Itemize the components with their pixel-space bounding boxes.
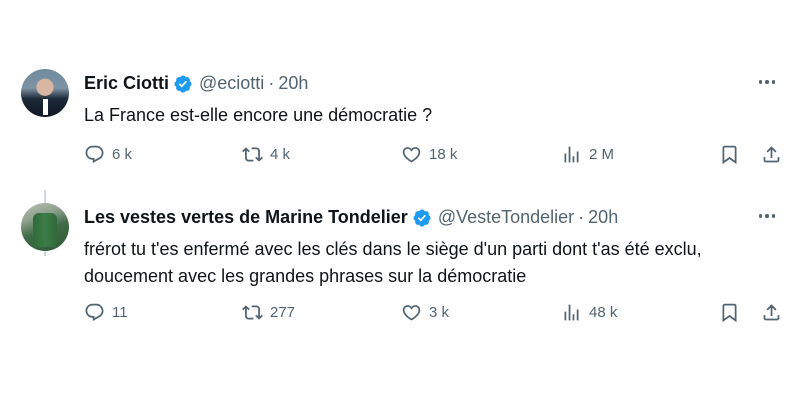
views-count: 2 M [589, 146, 615, 163]
reply-count: 6 k [112, 146, 133, 163]
separator-dot: · [268, 73, 275, 93]
retweet-icon [242, 144, 263, 165]
like-count: 18 k [429, 146, 458, 163]
author-handle[interactable]: @eciotti [199, 73, 264, 94]
author-name[interactable]: Eric Ciotti [84, 73, 169, 94]
action-bar: 11 277 3 k 48 k [0, 302, 800, 330]
tweet[interactable]: Les vestes vertes de Marine Tondelier @V… [0, 196, 800, 340]
tweet-text: frérot tu t'es enfermé avec les clés dan… [84, 239, 702, 286]
views-icon [561, 302, 582, 323]
bookmark-button[interactable] [719, 302, 740, 323]
views-icon [561, 144, 582, 165]
share-icon [761, 302, 782, 323]
retweet-button[interactable]: 4 k [242, 144, 290, 165]
views-button[interactable]: 2 M [561, 144, 614, 165]
more-icon[interactable] [755, 206, 779, 226]
reply-count: 11 [112, 304, 128, 321]
timestamp[interactable]: 20h [588, 207, 618, 228]
more-icon[interactable] [755, 72, 779, 92]
timestamp[interactable]: 20h [278, 73, 308, 94]
author-name[interactable]: Les vestes vertes de Marine Tondelier [84, 207, 408, 228]
heart-icon [401, 302, 422, 323]
avatar[interactable] [21, 203, 69, 251]
bookmark-icon [719, 302, 740, 323]
tweet-header: Les vestes vertes de Marine Tondelier @V… [84, 207, 618, 228]
reply-button[interactable]: 6 k [84, 144, 132, 165]
action-bar: 6 k 4 k 18 k 2 M [0, 144, 800, 172]
retweet-count: 277 [270, 304, 296, 321]
tweet-text: La France est-elle encore une démocratie… [84, 105, 433, 125]
reply-button[interactable]: 11 [84, 302, 128, 323]
retweet-button[interactable]: 277 [242, 302, 295, 323]
author-handle[interactable]: @VesteTondelier [438, 207, 574, 228]
heart-icon [401, 144, 422, 165]
avatar-jacket [33, 213, 57, 247]
reply-icon [84, 144, 105, 165]
tweet[interactable]: Eric Ciotti @eciotti · 20h La France est… [0, 62, 800, 256]
retweet-icon [242, 302, 263, 323]
bookmark-icon [719, 144, 740, 165]
reply-icon [84, 302, 105, 323]
views-count: 48 k [589, 304, 618, 321]
like-button[interactable]: 3 k [401, 302, 449, 323]
like-count: 3 k [429, 304, 450, 321]
share-button[interactable] [761, 302, 782, 323]
avatar-tie [43, 99, 48, 115]
share-button[interactable] [761, 144, 782, 165]
views-button[interactable]: 48 k [561, 302, 617, 323]
verified-badge-icon [412, 208, 432, 228]
retweet-count: 4 k [270, 146, 291, 163]
share-icon [761, 144, 782, 165]
separator-dot: · [578, 207, 585, 227]
verified-badge-icon [173, 74, 193, 94]
tweet-header: Eric Ciotti @eciotti · 20h [84, 73, 308, 94]
like-button[interactable]: 18 k [401, 144, 457, 165]
bookmark-button[interactable] [719, 144, 740, 165]
avatar[interactable] [21, 69, 69, 117]
